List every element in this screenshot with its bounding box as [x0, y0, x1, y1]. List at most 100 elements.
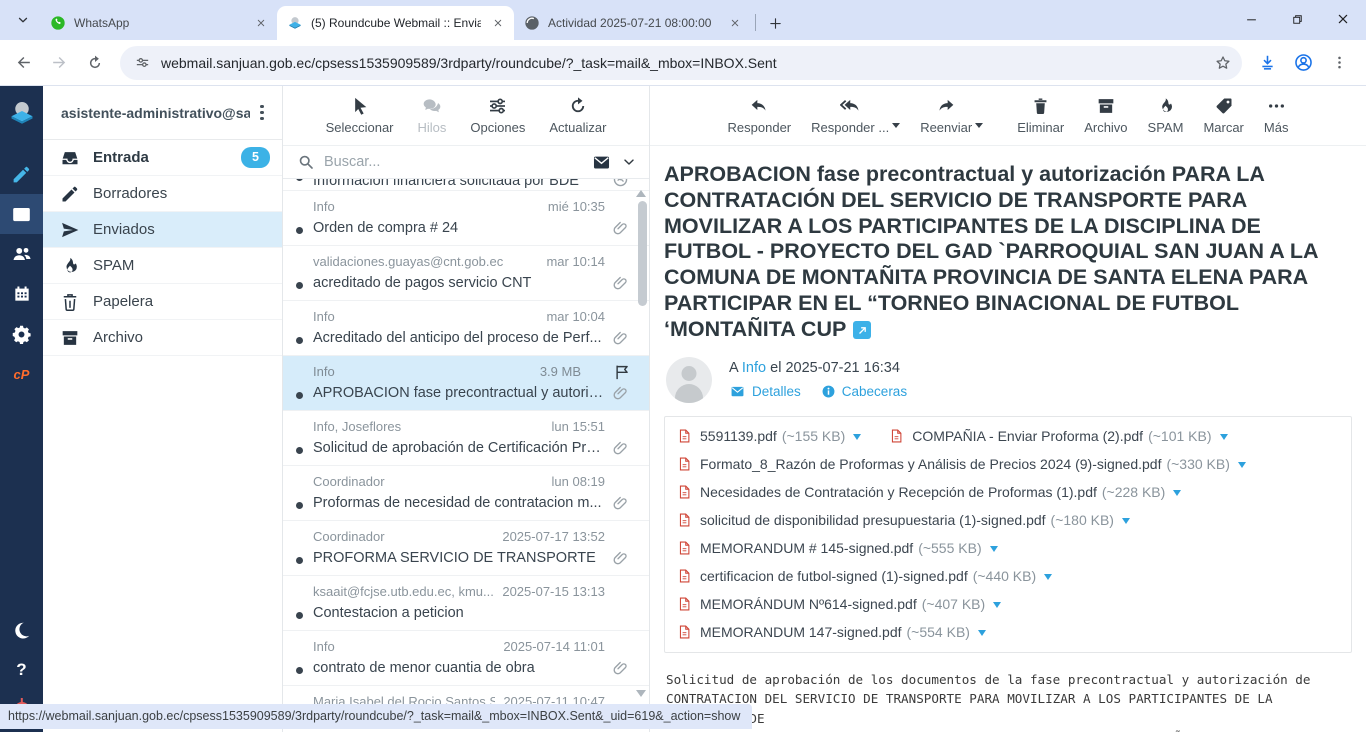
- headers-label: Cabeceras: [842, 384, 907, 399]
- tab-title: (5) Roundcube Webmail :: Envia: [311, 16, 481, 30]
- reload-button[interactable]: [78, 46, 112, 80]
- tab-title: Actividad 2025-07-21 08:00:00: [548, 16, 718, 30]
- attachment-menu-caret[interactable]: [1220, 434, 1228, 444]
- attachment-menu-caret[interactable]: [978, 630, 986, 640]
- new-tab-button[interactable]: [762, 10, 788, 36]
- details-toggle[interactable]: Detalles: [729, 384, 801, 399]
- attachment-item[interactable]: Necesidades de Contratación y Recepción …: [677, 478, 1181, 506]
- list-item-partial[interactable]: Información financiera solicitada por BD…: [283, 179, 649, 191]
- attachment-menu-caret[interactable]: [990, 546, 998, 556]
- pdf-file-icon: [677, 568, 692, 584]
- attachment-item[interactable]: 5591139.pdf(~155 KB): [677, 422, 861, 450]
- tab-actividad[interactable]: Actividad 2025-07-21 08:00:00: [514, 6, 751, 40]
- info-icon: [821, 384, 836, 399]
- sidebar-item-borradores[interactable]: Borradores: [43, 176, 282, 212]
- attachment-name: COMPAÑIA - Enviar Proforma (2).pdf: [912, 428, 1143, 444]
- tab-close-button[interactable]: [726, 15, 743, 32]
- rail-help-button[interactable]: ?: [0, 650, 43, 690]
- list-item[interactable]: Info2025-07-14 11:01 contrato de menor c…: [283, 631, 649, 686]
- close-window-button[interactable]: [1320, 0, 1366, 38]
- profile-icon: [1293, 52, 1314, 73]
- sidebar-item-enviados[interactable]: Enviados: [43, 212, 282, 248]
- rail-mail-button[interactable]: [0, 194, 43, 234]
- options-button[interactable]: Opciones: [470, 96, 525, 135]
- search-input[interactable]: [324, 154, 582, 170]
- browser-menu-button[interactable]: [1322, 46, 1356, 80]
- tag-icon: [1214, 96, 1234, 116]
- rail-compose-button[interactable]: [0, 154, 43, 194]
- attachment-item[interactable]: COMPAÑIA - Enviar Proforma (2).pdf(~101 …: [889, 422, 1227, 450]
- attachment-menu-caret[interactable]: [1044, 574, 1052, 584]
- downloads-button[interactable]: [1250, 46, 1284, 80]
- rail-darkmode-button[interactable]: [0, 610, 43, 650]
- rail-calendar-button[interactable]: [0, 274, 43, 314]
- attachment-menu-caret[interactable]: [993, 602, 1001, 612]
- scroll-up-arrow[interactable]: [636, 185, 646, 197]
- select-button[interactable]: Seleccionar: [326, 96, 394, 135]
- rail-settings-button[interactable]: [0, 314, 43, 354]
- forward-caret[interactable]: [975, 123, 983, 132]
- scrollbar-thumb[interactable]: [638, 201, 647, 306]
- reply-all-caret[interactable]: [892, 123, 900, 132]
- rail-contacts-button[interactable]: [0, 234, 43, 274]
- list-item[interactable]: validaciones.guayas@cnt.gob.ecmar 10:14 …: [283, 246, 649, 301]
- status-bar-url: https://webmail.sanjuan.gob.ec/cpsess153…: [0, 704, 752, 729]
- forward-button[interactable]: Reenviar: [920, 96, 972, 135]
- delete-button[interactable]: Eliminar: [1017, 96, 1064, 135]
- headers-toggle[interactable]: Cabeceras: [821, 384, 907, 399]
- list-item[interactable]: Infomar 10:04 Acreditado del anticipo de…: [283, 301, 649, 356]
- minimize-button[interactable]: [1228, 0, 1274, 38]
- tab-close-button[interactable]: [489, 15, 506, 32]
- list-item[interactable]: Info, Josefloreslun 15:51 Solicitud de a…: [283, 411, 649, 466]
- sidebar-item-archivo[interactable]: Archivo: [43, 320, 282, 356]
- list-item[interactable]: Infomié 10:35 Orden de compra # 24: [283, 191, 649, 246]
- attachment-item[interactable]: solicitud de disponibilidad presupuestar…: [677, 506, 1130, 534]
- attachment-item[interactable]: certificacion de futbol-signed (1)-signe…: [677, 562, 1052, 590]
- open-in-new-window-button[interactable]: [853, 321, 871, 339]
- message-subject: Proformas de necesidad de contratacion m…: [313, 490, 605, 516]
- sidebar-item-spam[interactable]: SPAM: [43, 248, 282, 284]
- sidebar-item-entrada[interactable]: Entrada 5: [43, 140, 282, 176]
- attachment-menu-caret[interactable]: [1173, 490, 1181, 500]
- attachment-item[interactable]: MEMORANDUM 147-signed.pdf(~554 KB): [677, 618, 986, 646]
- list-item[interactable]: Coordinadorlun 08:19 Proformas de necesi…: [283, 466, 649, 521]
- tab-search-button[interactable]: [8, 5, 38, 35]
- profile-button[interactable]: [1286, 46, 1320, 80]
- rail-cpanel-button[interactable]: cP: [0, 354, 43, 394]
- list-item[interactable]: Coordinador2025-07-17 13:52 PROFORMA SER…: [283, 521, 649, 576]
- attachment-item[interactable]: MEMORANDUM # 145-signed.pdf(~555 KB): [677, 534, 998, 562]
- refresh-label: Actualizar: [549, 120, 606, 135]
- tab-roundcube[interactable]: (5) Roundcube Webmail :: Envia: [277, 6, 514, 40]
- address-bar[interactable]: webmail.sanjuan.gob.ec/cpsess1535909589/…: [120, 46, 1242, 80]
- list-item[interactable]: ksaait@fcjse.utb.edu.ec, kmu...2025-07-1…: [283, 576, 649, 631]
- sidebar-item-papelera[interactable]: Papelera: [43, 284, 282, 320]
- attachment-item[interactable]: Formato_8_Razón de Proformas y Análisis …: [677, 450, 1246, 478]
- forward-button[interactable]: [42, 46, 76, 80]
- message-date: mar 10:14: [546, 253, 605, 270]
- reply-all-button[interactable]: Responder ...: [811, 96, 889, 135]
- attachment-menu-caret[interactable]: [853, 434, 861, 444]
- tab-whatsapp[interactable]: WhatsApp: [40, 6, 277, 40]
- message-rows: Información financiera solicitada por BD…: [283, 179, 649, 732]
- attachment-item[interactable]: MEMORÁNDUM Nº614-signed.pdf(~407 KB): [677, 590, 1001, 618]
- spam-button[interactable]: SPAM: [1148, 96, 1184, 135]
- recipient-link[interactable]: Info: [742, 360, 766, 376]
- threads-button[interactable]: Hilos: [418, 96, 447, 135]
- mark-button[interactable]: Marcar: [1203, 96, 1243, 135]
- list-item-selected[interactable]: Info3.9 MB APROBACION fase precontractua…: [283, 356, 649, 411]
- search-scope-chevron-icon[interactable]: [621, 154, 637, 170]
- scroll-down-arrow[interactable]: [636, 690, 646, 702]
- attachment-menu-caret[interactable]: [1238, 462, 1246, 472]
- url-text[interactable]: webmail.sanjuan.gob.ec/cpsess1535909589/…: [161, 55, 1204, 71]
- attachment-menu-caret[interactable]: [1122, 518, 1130, 528]
- account-menu-button[interactable]: [250, 101, 274, 125]
- restore-button[interactable]: [1274, 0, 1320, 38]
- reply-button[interactable]: Responder: [728, 96, 792, 135]
- back-button[interactable]: [6, 46, 40, 80]
- tab-close-button[interactable]: [252, 15, 269, 32]
- bookmark-star-icon[interactable]: [1214, 54, 1232, 72]
- refresh-button[interactable]: Actualizar: [549, 96, 606, 135]
- more-button[interactable]: Más: [1264, 96, 1289, 135]
- archive-button[interactable]: Archivo: [1084, 96, 1127, 135]
- subject-text: APROBACION fase precontractual y autoriz…: [664, 162, 1318, 341]
